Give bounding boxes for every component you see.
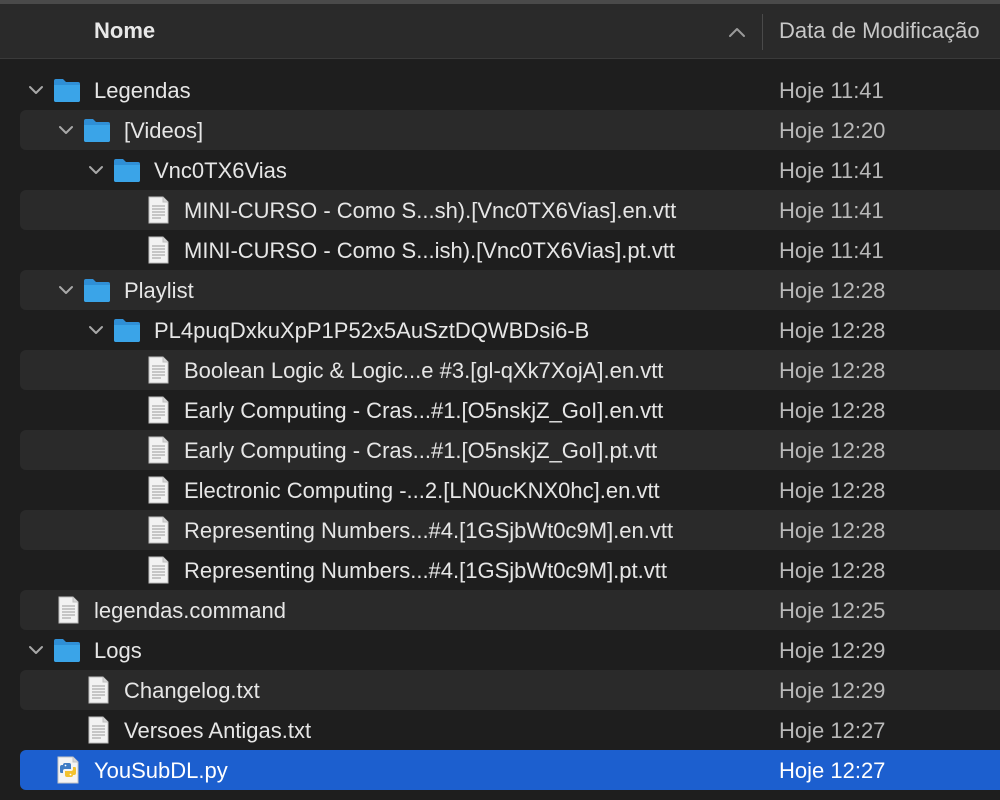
folder-icon	[114, 159, 140, 182]
list-item-file[interactable]: Early Computing - Cras...#1.[O5nskjZ_GoI…	[0, 430, 1000, 470]
list-item-folder[interactable]: Vnc0TX6Vias Hoje 11:41	[0, 150, 1000, 190]
item-date: Hoje 12:29	[779, 678, 886, 703]
list-item-file[interactable]: Early Computing - Cras...#1.[O5nskjZ_GoI…	[0, 390, 1000, 430]
item-date: Hoje 11:41	[779, 238, 884, 263]
python-file-icon	[57, 756, 79, 784]
document-icon	[58, 596, 79, 624]
item-date: Hoje 12:29	[779, 638, 886, 663]
list-item-file[interactable]: legendas.command Hoje 12:25	[0, 590, 1000, 630]
item-name: Changelog.txt	[124, 678, 260, 703]
document-icon	[148, 396, 169, 424]
item-date: Hoje 12:28	[779, 318, 886, 343]
item-name: Playlist	[124, 278, 194, 303]
column-divider[interactable]	[762, 14, 763, 50]
item-name: Representing Numbers...#4.[1GSjbWt0c9M].…	[184, 518, 674, 543]
item-name: YouSubDL.py	[94, 758, 228, 783]
document-icon	[148, 356, 169, 384]
document-icon	[88, 676, 109, 704]
item-name: Versoes Antigas.txt	[124, 718, 312, 743]
file-list: Legendas Hoje 11:41 [Videos] Hoje 12:20 …	[0, 70, 1000, 790]
item-name: PL4puqDxkuXpP1P52x5AuSztDQWBDsi6-B	[154, 318, 590, 343]
item-date: Hoje 12:28	[779, 558, 886, 583]
item-date: Hoje 12:28	[779, 398, 886, 423]
item-name: Boolean Logic & Logic...e #3.[gl-qXk7Xoj…	[184, 358, 664, 383]
list-item-file[interactable]: Electronic Computing -...2.[LN0ucKNX0hc]…	[0, 470, 1000, 510]
chevron-down-icon[interactable]	[58, 122, 74, 138]
list-item-file[interactable]: Representing Numbers...#4.[1GSjbWt0c9M].…	[0, 550, 1000, 590]
item-name: Legendas	[94, 78, 191, 103]
list-item-folder[interactable]: Playlist Hoje 12:28	[0, 270, 1000, 310]
list-item-folder[interactable]: Legendas Hoje 11:41	[0, 70, 1000, 110]
chevron-up-icon[interactable]	[726, 24, 748, 40]
document-icon	[88, 716, 109, 744]
item-date: Hoje 12:20	[779, 118, 886, 143]
item-name: MINI-CURSO - Como S...sh).[Vnc0TX6Vias].…	[184, 198, 677, 223]
list-item-folder[interactable]: [Videos] Hoje 12:20	[0, 110, 1000, 150]
folder-icon	[54, 79, 80, 102]
item-name: [Videos]	[124, 118, 204, 143]
chevron-down-icon[interactable]	[28, 82, 44, 98]
item-name: MINI-CURSO - Como S...ish).[Vnc0TX6Vias]…	[184, 238, 676, 263]
document-icon	[148, 476, 169, 504]
item-name: Logs	[94, 638, 142, 663]
document-icon	[148, 516, 169, 544]
folder-icon	[54, 639, 80, 662]
chevron-down-icon[interactable]	[88, 162, 104, 178]
item-date: Hoje 12:27	[779, 758, 886, 783]
item-date: Hoje 12:28	[779, 438, 886, 463]
folder-icon	[84, 279, 110, 302]
item-date: Hoje 12:28	[779, 518, 886, 543]
item-name: Vnc0TX6Vias	[154, 158, 287, 183]
item-date: Hoje 12:28	[779, 478, 886, 503]
list-item-file[interactable]: Representing Numbers...#4.[1GSjbWt0c9M].…	[0, 510, 1000, 550]
item-date: Hoje 11:41	[779, 78, 884, 103]
date-modified-column-header[interactable]: Data de Modificação	[779, 18, 980, 44]
list-item-file-selected[interactable]: YouSubDL.py Hoje 12:27	[0, 750, 1000, 790]
chevron-down-icon[interactable]	[58, 282, 74, 298]
list-item-folder[interactable]: Logs Hoje 12:29	[0, 630, 1000, 670]
item-date: Hoje 12:25	[779, 598, 886, 623]
name-column-header[interactable]: Nome	[94, 18, 155, 44]
list-item-file[interactable]: Boolean Logic & Logic...e #3.[gl-qXk7Xoj…	[0, 350, 1000, 390]
document-icon	[148, 556, 169, 584]
chevron-down-icon[interactable]	[88, 322, 104, 338]
document-icon	[148, 236, 169, 264]
list-item-file[interactable]: MINI-CURSO - Como S...ish).[Vnc0TX6Vias]…	[0, 230, 1000, 270]
item-date: Hoje 11:41	[779, 158, 884, 183]
folder-icon	[84, 119, 110, 142]
chevron-down-icon[interactable]	[28, 642, 44, 658]
list-item-file[interactable]: Changelog.txt Hoje 12:29	[0, 670, 1000, 710]
document-icon	[148, 436, 169, 464]
item-date: Hoje 12:28	[779, 358, 886, 383]
item-name: Electronic Computing -...2.[LN0ucKNX0hc]…	[184, 478, 660, 503]
item-date: Hoje 12:27	[779, 718, 886, 743]
item-date: Hoje 12:28	[779, 278, 886, 303]
list-item-file[interactable]: Versoes Antigas.txt Hoje 12:27	[0, 710, 1000, 750]
item-name: Early Computing - Cras...#1.[O5nskjZ_GoI…	[184, 438, 658, 463]
item-date: Hoje 11:41	[779, 198, 884, 223]
document-icon	[148, 196, 169, 224]
item-name: Representing Numbers...#4.[1GSjbWt0c9M].…	[184, 558, 667, 583]
item-name: Early Computing - Cras...#1.[O5nskjZ_GoI…	[184, 398, 664, 423]
item-name: legendas.command	[94, 598, 287, 623]
finder-list-view: Nome Data de Modificação Legendas Hoje 1…	[0, 0, 1000, 800]
list-item-file[interactable]: MINI-CURSO - Como S...sh).[Vnc0TX6Vias].…	[0, 190, 1000, 230]
folder-icon	[114, 319, 140, 342]
column-header-bar: Nome Data de Modificação	[0, 4, 1000, 59]
list-item-folder[interactable]: PL4puqDxkuXpP1P52x5AuSztDQWBDsi6-B Hoje …	[0, 310, 1000, 350]
